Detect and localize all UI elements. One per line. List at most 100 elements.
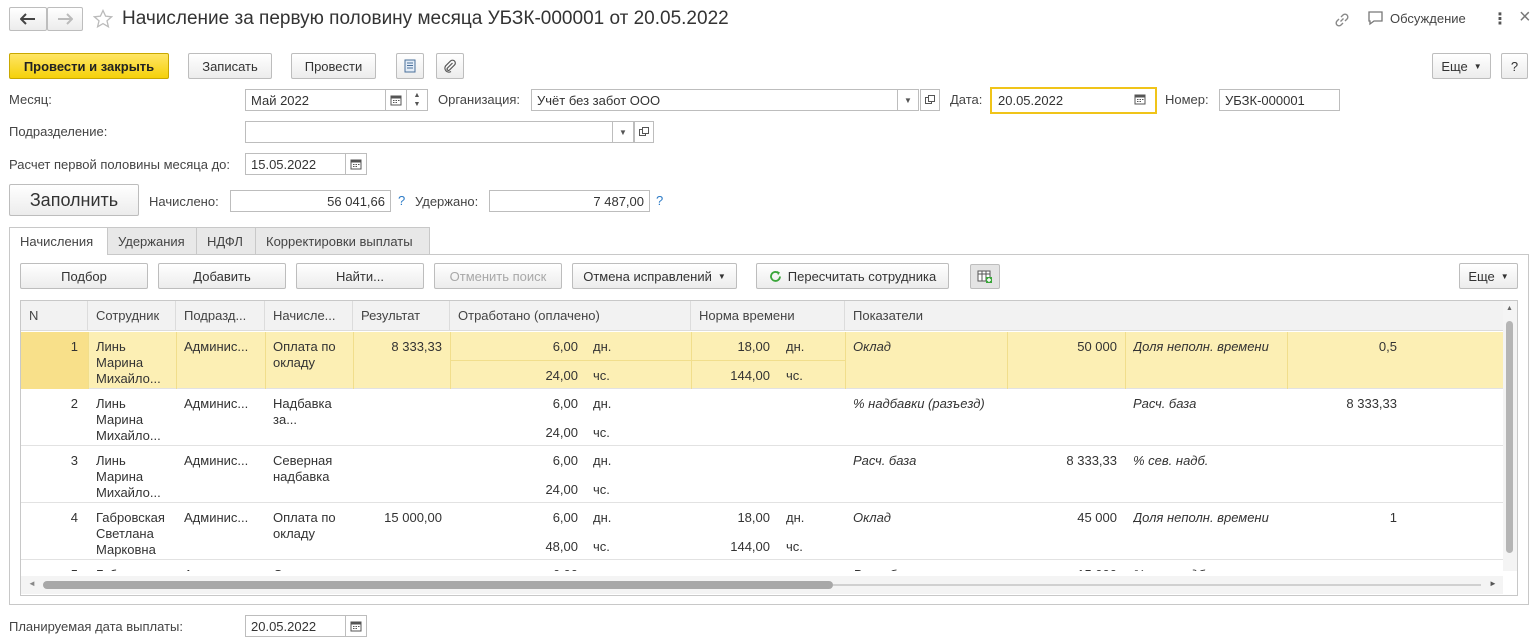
column-header[interactable]: Сотрудник: [88, 301, 176, 331]
table-cell: 24,00: [545, 482, 578, 497]
link-icon[interactable]: [1333, 11, 1351, 29]
column-header[interactable]: Норма времени: [691, 301, 845, 331]
table-cell: 0,5: [1378, 339, 1397, 354]
organization-label: Организация:: [438, 92, 521, 107]
scroll-left-arrow[interactable]: ◄: [28, 579, 36, 588]
table-cell: Админис...: [184, 396, 249, 411]
post-and-close-button[interactable]: Провести и закрыть: [9, 53, 169, 79]
table-cell: дн.: [593, 396, 612, 411]
help-button[interactable]: ?: [1501, 53, 1528, 79]
table-cell: 6,00: [552, 453, 578, 468]
table-cell: 15 000: [1010, 567, 1117, 571]
month-field[interactable]: Май 2022: [245, 89, 386, 111]
save-button[interactable]: Записать: [188, 53, 272, 79]
find-button[interactable]: Найти...: [296, 263, 424, 289]
stepper-down-icon[interactable]: ▼: [414, 100, 421, 109]
cancel-corrections-label: Отмена исправлений: [583, 268, 712, 284]
recalculate-employee-label: Пересчитать сотрудника: [787, 268, 937, 284]
table-cell: Линь Марина Михайло...: [96, 396, 161, 443]
column-header[interactable]: Подразд...: [176, 301, 265, 331]
table-settings-button[interactable]: [970, 264, 1000, 289]
tab-withholdings[interactable]: Удержания: [107, 227, 197, 254]
table-cell: 2: [70, 396, 78, 411]
table-viewport[interactable]: N Сотрудник Подразд... Начисле... Результат О…: [21, 301, 1503, 571]
column-header[interactable]: Отработано (оплачено): [450, 301, 691, 331]
table-cell: 1: [1389, 510, 1397, 525]
table-cell: % сев. надб.: [1133, 567, 1283, 571]
column-header[interactable]: Результат: [353, 301, 450, 331]
pay-date-calendar-button[interactable]: [345, 615, 367, 637]
withheld-field: 7 487,00: [489, 190, 650, 212]
vertical-scroll-thumb[interactable]: [1506, 321, 1513, 553]
tab-ndfl[interactable]: НДФЛ: [196, 227, 256, 254]
forward-button[interactable]: [47, 7, 83, 31]
table-cell: 8 333,33: [391, 339, 442, 354]
table-cell: 8 333,33: [1346, 396, 1397, 411]
table-cell: дн.: [593, 510, 612, 525]
division-dropdown-button[interactable]: ▼: [612, 121, 634, 143]
recalculate-employee-button[interactable]: Пересчитать сотрудника: [756, 263, 949, 289]
table-cell: чс.: [593, 425, 610, 440]
withheld-hint-icon[interactable]: ?: [656, 193, 663, 208]
column-header[interactable]: Начисле...: [265, 301, 353, 331]
table-cell: Админис...: [184, 339, 249, 354]
table-cell: Расч. база: [1133, 396, 1197, 411]
accrued-hint-icon[interactable]: ?: [398, 193, 405, 208]
column-header[interactable]: Показатели: [845, 301, 1503, 331]
more-menu-button[interactable]: Еще ▼: [1432, 53, 1491, 79]
chat-icon: [1368, 11, 1383, 26]
accrued-label: Начислено:: [149, 194, 219, 209]
tab-payment-corrections[interactable]: Корректировки выплаты: [255, 227, 430, 254]
cancel-corrections-button[interactable]: Отмена исправлений ▼: [572, 263, 737, 289]
paperclip-icon: [444, 59, 456, 73]
organization-dropdown-button[interactable]: ▼: [897, 89, 919, 111]
date-field[interactable]: 20.05.2022: [990, 87, 1157, 114]
select-button[interactable]: Подбор: [20, 263, 148, 289]
report-button[interactable]: [396, 53, 424, 79]
table-cell: дн.: [786, 510, 805, 525]
number-field[interactable]: УБЗК-000001: [1219, 89, 1340, 111]
table-cell: 45 000: [1077, 510, 1117, 525]
table-cell: 24,00: [545, 368, 578, 383]
month-calendar-button[interactable]: [385, 89, 407, 111]
pay-date-field[interactable]: 20.05.2022: [245, 615, 346, 637]
scroll-right-arrow[interactable]: ►: [1489, 579, 1497, 588]
table-cell: 8 333,33: [1066, 453, 1117, 468]
table-cell: Расч. база: [853, 453, 917, 468]
arrow-right-icon: [58, 13, 73, 25]
scroll-up-arrow[interactable]: ▲: [1506, 305, 1513, 312]
document-list-icon: [404, 59, 416, 73]
cell-separator: [353, 332, 354, 389]
close-icon[interactable]: ×: [1519, 6, 1531, 29]
table-cell: чс.: [786, 368, 803, 383]
organization-field[interactable]: Учёт без забот ООО: [531, 89, 898, 111]
discussion-button[interactable]: Обсуждение: [1367, 10, 1466, 26]
vertical-scrollbar[interactable]: ▲: [1503, 301, 1517, 571]
calc-until-calendar-button[interactable]: [345, 153, 367, 175]
division-field[interactable]: [245, 121, 613, 143]
more-actions-icon[interactable]: ⋮: [1492, 9, 1508, 29]
table-cell: 1: [70, 339, 78, 354]
post-button[interactable]: Провести: [291, 53, 376, 79]
cancel-search-button[interactable]: Отменить поиск: [434, 263, 562, 289]
horizontal-scroll-thumb[interactable]: [43, 581, 833, 589]
table-cell: Доля неполн. времени: [1133, 510, 1269, 525]
favorite-star-icon[interactable]: [93, 9, 113, 29]
calc-until-field[interactable]: 15.05.2022: [245, 153, 346, 175]
horizontal-scrollbar[interactable]: ◄ ►: [21, 576, 1503, 594]
back-button[interactable]: [9, 7, 47, 31]
table-more-button[interactable]: Еще ▼: [1459, 263, 1518, 289]
organization-open-button[interactable]: [920, 89, 940, 111]
month-stepper[interactable]: ▲ ▼: [406, 89, 428, 111]
cell-separator: [88, 332, 89, 389]
fill-button[interactable]: Заполнить: [9, 184, 139, 216]
add-button[interactable]: Добавить: [158, 263, 286, 289]
date-calendar-button[interactable]: [1134, 93, 1146, 105]
table-cell: 24,00: [545, 425, 578, 440]
stepper-up-icon[interactable]: ▲: [414, 91, 421, 100]
tab-accruals[interactable]: Начисления: [9, 227, 108, 255]
arrow-left-icon: [20, 13, 35, 25]
attachments-button[interactable]: [436, 53, 464, 79]
column-header[interactable]: N: [21, 301, 88, 331]
division-open-button[interactable]: [634, 121, 654, 143]
